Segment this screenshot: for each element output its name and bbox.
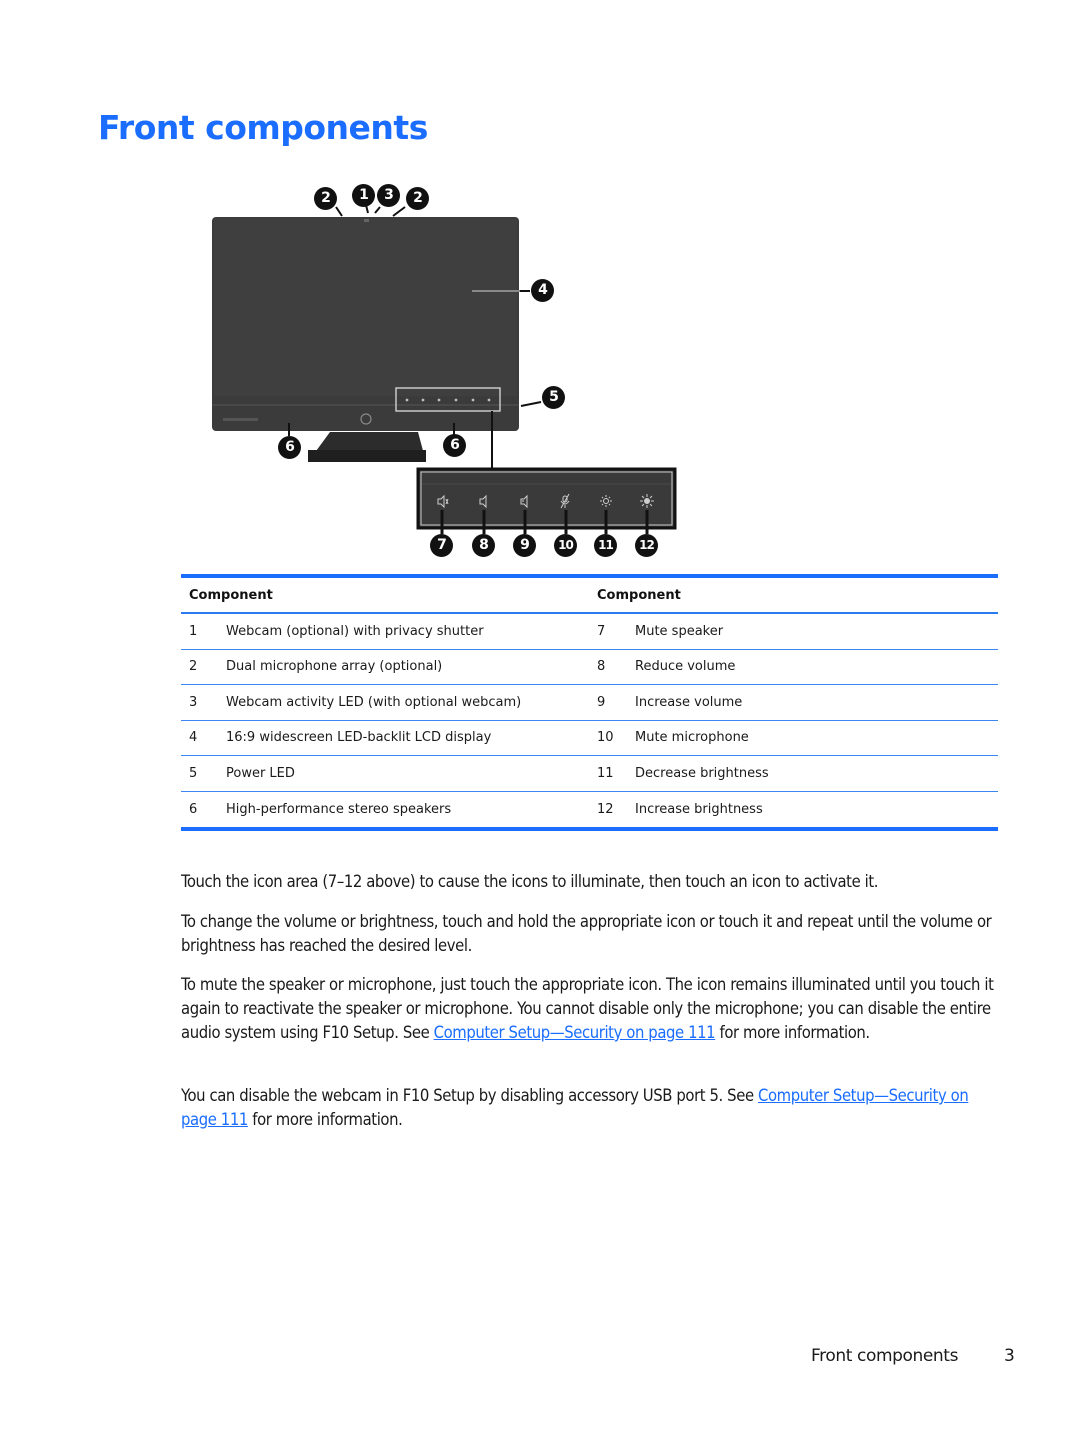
footer-section-title: Front components	[811, 1346, 959, 1366]
callout-5: 5	[542, 386, 565, 409]
component-cell-left: 2 Dual microphone array (optional)	[181, 659, 589, 674]
component-label: Mute microphone	[635, 730, 749, 746]
header-component-right: Component	[597, 587, 681, 603]
components-table: Component Component 1 Webcam (optional) w…	[181, 574, 998, 831]
callout-2-left: 2	[314, 187, 337, 210]
component-cell-right: 12 Increase brightness	[589, 802, 763, 817]
component-number: 1	[189, 623, 198, 639]
callout-3: 3	[377, 184, 400, 207]
paragraph-mute-suffix: for more information.	[715, 1023, 871, 1042]
paragraph-webcam-text: You can disable the webcam in F10 Setup …	[181, 1086, 758, 1105]
component-label: Reduce volume	[635, 659, 736, 675]
component-cell-left: 5 Power LED	[181, 766, 589, 781]
table-row: 5 Power LED 11 Decrease brightness	[181, 756, 998, 792]
component-number: 2	[189, 659, 198, 675]
callout-10: 10	[554, 534, 577, 557]
table-row: 3 Webcam activity LED (with optional webc…	[181, 685, 998, 721]
component-cell-left: 4 16:9 widescreen LED-backlit LCD display	[181, 730, 589, 745]
table-header: Component Component	[181, 578, 998, 614]
paragraph-icon-area: Touch the icon area (7–12 above) to caus…	[181, 872, 879, 891]
component-cell-left: 1 Webcam (optional) with privacy shutter	[181, 624, 589, 639]
component-label: Webcam (optional) with privacy shutter	[226, 623, 484, 639]
callout-8: 8	[472, 534, 495, 557]
component-label: Power LED	[226, 765, 295, 781]
component-number: 5	[189, 765, 198, 781]
component-label: Decrease brightness	[635, 765, 769, 781]
callout-4: 4	[531, 279, 554, 302]
paragraph-mute: To mute the speaker or microphone, just …	[181, 973, 996, 1045]
component-number: 10	[597, 730, 614, 746]
component-number: 11	[597, 765, 614, 781]
component-cell-left: 6 High-performance stereo speakers	[181, 802, 589, 817]
table-row: 2 Dual microphone array (optional) 8 Reduce…	[181, 650, 998, 685]
expanded-icon-panel	[416, 467, 677, 530]
paragraph-volume-brightness: To change the volume or brightness, touc…	[181, 912, 992, 955]
component-label: Increase volume	[635, 694, 743, 710]
header-component-left: Component	[189, 587, 273, 603]
callout-9: 9	[513, 534, 536, 557]
callout-6-right: 6	[443, 434, 466, 457]
component-number: 7	[597, 623, 606, 639]
paragraph-webcam-suffix: for more information.	[247, 1110, 403, 1129]
component-label: Mute speaker	[635, 623, 724, 639]
component-label: Dual microphone array (optional)	[226, 659, 443, 675]
component-cell-right: 11 Decrease brightness	[589, 766, 769, 781]
component-cell-left: 3 Webcam activity LED (with optional webc…	[181, 695, 589, 710]
monitor-stand-base	[308, 450, 426, 462]
monitor-screen	[214, 219, 517, 396]
table-bottom-rule	[181, 827, 998, 831]
table-body: 1 Webcam (optional) with privacy shutter 7…	[181, 614, 998, 827]
component-label: Webcam activity LED (with optional webca…	[226, 694, 522, 710]
component-cell-right: 9 Increase volume	[589, 695, 742, 710]
paragraph-webcam: You can disable the webcam in F10 Setup …	[181, 1084, 996, 1132]
callout-2-right: 2	[406, 187, 429, 210]
table-row: 1 Webcam (optional) with privacy shutter 7…	[181, 614, 998, 650]
monitor-figure: 2 1 3 2 4 5 6 6 7 8 9 10 11 12	[0, 0, 1080, 570]
brightness-up-icon	[640, 494, 654, 508]
component-number: 6	[189, 801, 198, 817]
component-number: 12	[597, 801, 614, 817]
component-number: 8	[597, 659, 606, 675]
callout-11: 11	[594, 534, 617, 557]
table-row: 4 16:9 widescreen LED-backlit LCD display…	[181, 721, 998, 756]
computer-setup-security-link[interactable]: Computer Setup—Security on page 111	[434, 1023, 716, 1042]
component-number: 3	[189, 694, 198, 710]
callout-7: 7	[430, 534, 453, 557]
component-cell-right: 10 Mute microphone	[589, 730, 749, 745]
callout-6-left: 6	[278, 436, 301, 459]
callout-1: 1	[352, 184, 375, 207]
component-number: 9	[597, 694, 606, 710]
component-label: High-performance stereo speakers	[226, 801, 452, 817]
component-label: Increase brightness	[635, 801, 763, 817]
component-cell-right: 7 Mute speaker	[589, 624, 723, 639]
webcam-lens	[364, 219, 369, 222]
callout-12: 12	[635, 534, 658, 557]
side-slot	[223, 418, 258, 421]
table-row: 6 High-performance stereo speakers 12 Incre…	[181, 792, 998, 828]
component-number: 4	[189, 730, 198, 746]
component-label: 16:9 widescreen LED-backlit LCD display	[226, 730, 492, 746]
footer-page-number: 3	[1004, 1346, 1015, 1366]
component-cell-right: 8 Reduce volume	[589, 659, 735, 674]
